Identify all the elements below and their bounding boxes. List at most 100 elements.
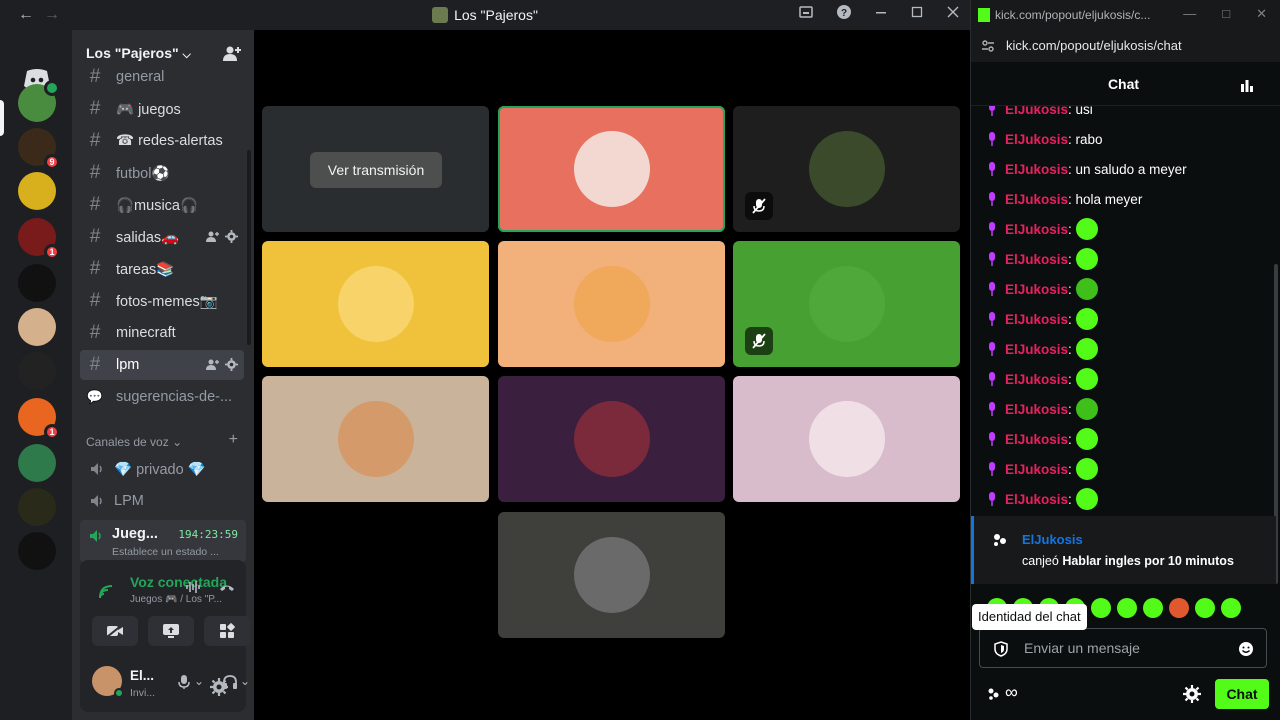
chat-username[interactable]: ElJukosis xyxy=(1005,492,1068,507)
chat-input[interactable]: Enviar un mensaje xyxy=(979,628,1267,668)
emote-icon[interactable] xyxy=(1075,218,1098,240)
chat-settings-gear-icon[interactable] xyxy=(1183,685,1201,703)
emote-icon[interactable] xyxy=(1075,428,1098,450)
channel-item[interactable]: # ☎ redes-alertas xyxy=(80,126,244,156)
watch-stream-button[interactable]: Ver transmisión xyxy=(310,152,442,188)
url-text[interactable]: kick.com/popout/eljukosis/chat xyxy=(1006,38,1182,53)
chat-username[interactable]: ElJukosis xyxy=(1005,192,1068,207)
chat-username[interactable]: ElJukosis xyxy=(1005,106,1068,117)
voice-channel-item[interactable]: 💎 privado 💎 xyxy=(80,454,244,484)
quick-emote-icon[interactable] xyxy=(1117,598,1137,618)
close-icon[interactable] xyxy=(946,4,960,25)
emote-icon[interactable] xyxy=(1075,278,1098,300)
invite-icon[interactable] xyxy=(206,230,219,243)
maximize-icon[interactable] xyxy=(910,4,924,25)
site-settings-icon[interactable] xyxy=(981,39,995,53)
voice-category[interactable]: Canales de voz ⌄ xyxy=(86,435,182,449)
maximize-icon[interactable]: □ xyxy=(1222,6,1230,22)
camera-off-button[interactable] xyxy=(92,616,138,646)
quick-emote-icon[interactable] xyxy=(1221,598,1241,618)
chat-username[interactable]: ElJukosis xyxy=(1005,162,1068,177)
emote-icon[interactable] xyxy=(1075,338,1098,360)
inbox-icon[interactable] xyxy=(798,4,814,25)
chat-username[interactable]: ElJukosis xyxy=(1005,432,1068,447)
voice-connected-label[interactable]: Voz conectada xyxy=(130,574,227,590)
quick-emote-icon[interactable] xyxy=(1195,598,1215,618)
microphone-icon[interactable] xyxy=(176,674,192,690)
emote-icon[interactable] xyxy=(1075,398,1098,420)
quick-emote-icon[interactable] xyxy=(1091,598,1111,618)
server-icon[interactable] xyxy=(18,488,56,526)
participant-tile[interactable] xyxy=(733,106,960,232)
screen-share-button[interactable] xyxy=(148,616,194,646)
chat-username[interactable]: ElJukosis xyxy=(1005,312,1068,327)
settings-gear-icon[interactable] xyxy=(225,230,238,243)
participant-tile[interactable] xyxy=(498,512,725,638)
channel-item[interactable]: # fotos-memes📷 xyxy=(80,286,244,316)
chevron-down-icon[interactable]: ⌄ xyxy=(194,674,210,690)
voice-channel-item[interactable]: LPM xyxy=(80,486,244,516)
quick-emote-icon[interactable] xyxy=(1143,598,1163,618)
participant-tile[interactable] xyxy=(262,241,489,367)
voice-status[interactable]: Establece un estado ... xyxy=(112,546,219,558)
emote-icon[interactable] xyxy=(1075,248,1098,270)
active-voice-channel[interactable]: Jueg... 194:23:59 Establece un estado ..… xyxy=(80,520,246,562)
chat-username[interactable]: ElJukosis xyxy=(1005,132,1068,147)
add-voice-channel-icon[interactable]: + xyxy=(229,431,238,449)
participant-tile[interactable] xyxy=(498,106,725,232)
channel-item[interactable]: # futbol⚽ xyxy=(80,158,244,188)
chat-username[interactable]: ElJukosis xyxy=(1005,222,1068,237)
participant-tile[interactable] xyxy=(262,376,489,502)
channel-item[interactable]: # 🎧musica🎧 xyxy=(80,190,244,220)
minimize-icon[interactable]: — xyxy=(1183,6,1196,22)
channel-item[interactable]: # 🎮 juegos xyxy=(80,94,244,124)
channel-item[interactable]: # tareas📚 xyxy=(80,254,244,284)
close-icon[interactable]: ✕ xyxy=(1256,6,1267,22)
user-settings-gear-icon[interactable] xyxy=(210,678,228,696)
server-icon[interactable]: 1 xyxy=(18,398,60,440)
chat-username[interactable]: ElJukosis xyxy=(1005,402,1068,417)
chat-username[interactable]: ElJukosis xyxy=(1005,282,1068,297)
server-icon[interactable] xyxy=(18,308,56,346)
emote-icon[interactable] xyxy=(1075,488,1098,510)
connection-icon[interactable] xyxy=(98,584,116,600)
chat-username[interactable]: ElJukosis xyxy=(1005,462,1068,477)
emoji-icon[interactable] xyxy=(1238,641,1254,657)
server-icon[interactable] xyxy=(18,352,56,390)
server-icon[interactable] xyxy=(18,264,56,302)
redeem-user[interactable]: ElJukosis xyxy=(1022,532,1083,547)
stream-tile[interactable]: Ver transmisión xyxy=(262,106,489,232)
avatar[interactable] xyxy=(92,666,124,698)
server-icon[interactable]: 1 xyxy=(18,218,60,260)
emote-icon[interactable] xyxy=(1075,458,1098,480)
quick-emote-icon[interactable] xyxy=(1169,598,1189,618)
address-bar[interactable]: kick.com/popout/eljukosis/chat xyxy=(971,30,1280,62)
chat-username[interactable]: ElJukosis xyxy=(1005,372,1068,387)
channel-scrollbar[interactable] xyxy=(247,150,251,345)
disconnect-icon[interactable] xyxy=(218,578,236,596)
participant-tile[interactable] xyxy=(733,376,960,502)
chat-identity-shield-icon[interactable] xyxy=(994,641,1008,657)
emote-icon[interactable] xyxy=(1075,308,1098,330)
channel-item[interactable]: # general xyxy=(80,68,244,92)
server-icon[interactable] xyxy=(18,80,60,122)
participant-tile[interactable] xyxy=(498,241,725,367)
server-icon[interactable]: 9 xyxy=(18,128,60,170)
server-icon[interactable] xyxy=(18,172,56,210)
channel-item[interactable]: # lpm xyxy=(80,350,244,380)
leaderboard-icon[interactable] xyxy=(1239,77,1255,93)
participant-tile[interactable] xyxy=(733,241,960,367)
send-chat-button[interactable]: Chat xyxy=(1215,679,1269,709)
invite-people-icon[interactable] xyxy=(222,44,242,62)
chat-username[interactable]: ElJukosis xyxy=(1005,252,1068,267)
server-icon[interactable] xyxy=(18,532,56,570)
activities-button[interactable] xyxy=(204,616,250,646)
channel-item[interactable]: # minecraft xyxy=(80,318,244,348)
channel-item[interactable]: 💬 sugerencias-de-... xyxy=(80,382,244,412)
chat-username[interactable]: ElJukosis xyxy=(1005,342,1068,357)
channel-item[interactable]: # salidas🚗 xyxy=(80,222,244,252)
participant-tile[interactable] xyxy=(498,376,725,502)
server-name[interactable]: Los "Pajeros" ⌵ xyxy=(86,45,191,62)
invite-icon[interactable] xyxy=(206,358,219,371)
server-icon[interactable] xyxy=(18,444,56,482)
